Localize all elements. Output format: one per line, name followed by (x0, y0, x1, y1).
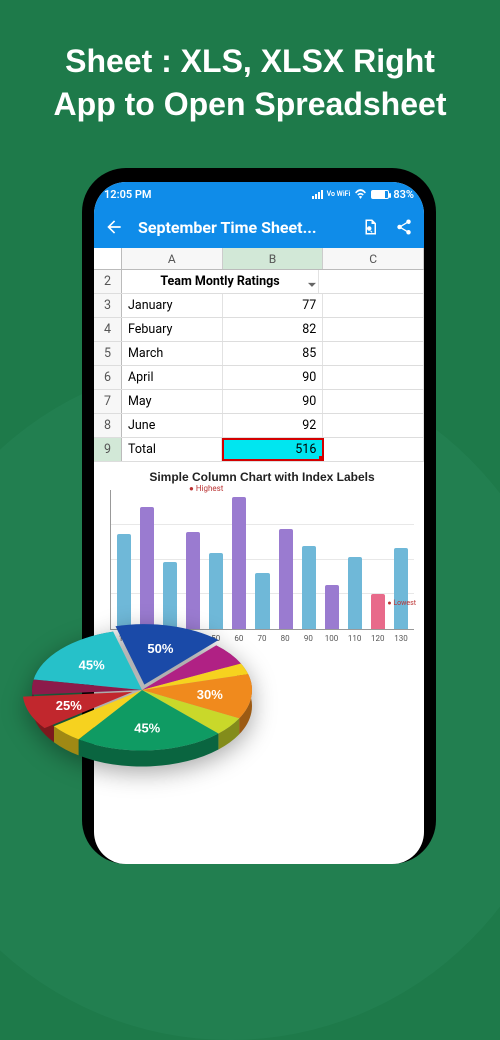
row-number[interactable]: 4 (94, 318, 122, 341)
back-arrow-icon[interactable] (104, 217, 124, 237)
wifi-icon (354, 189, 367, 199)
row-number[interactable]: 6 (94, 366, 122, 389)
network-label: Vo WiFi (327, 191, 351, 198)
cell[interactable] (319, 270, 424, 293)
document-title: September Time Sheet... (138, 218, 346, 237)
row-number[interactable]: 5 (94, 342, 122, 365)
selected-cell[interactable]: 516 (222, 438, 325, 461)
pie-slice-label: 30% (197, 687, 223, 702)
cell[interactable]: March (122, 342, 223, 365)
pie-slice-label: 45% (79, 658, 105, 673)
search-in-doc-icon[interactable] (360, 217, 380, 237)
chart-bar (371, 594, 385, 629)
cell[interactable] (323, 390, 424, 413)
heading-line: Sheet : XLS, XLSX Right (65, 43, 435, 79)
cell[interactable] (323, 294, 424, 317)
cell[interactable]: 85 (223, 342, 324, 365)
chart-title: Simple Column Chart with Index Labels (106, 470, 418, 484)
row-number[interactable]: 9 (94, 438, 122, 461)
battery-icon (371, 190, 389, 199)
cell[interactable] (324, 438, 424, 461)
filter-icon[interactable]: ⏷ (308, 274, 316, 293)
table-row[interactable]: 6April90 (94, 366, 424, 390)
table-row[interactable]: 8June92 (94, 414, 424, 438)
cell[interactable]: January (122, 294, 223, 317)
row-number[interactable]: 7 (94, 390, 122, 413)
promo-heading: Sheet : XLS, XLSX Right App to Open Spre… (0, 0, 500, 126)
chart-bar (348, 557, 362, 629)
cell[interactable]: Total (122, 438, 222, 461)
pie-chart-overlay: 45% 50% 30% 45% 25% (12, 560, 272, 820)
cell[interactable] (323, 342, 424, 365)
cell[interactable]: 92 (223, 414, 324, 437)
signal-icon (312, 190, 323, 199)
cell[interactable]: April (122, 366, 223, 389)
table-header-cell[interactable]: Team Montly Ratings⏷ (122, 270, 319, 293)
app-bar: September Time Sheet... (94, 206, 424, 248)
column-header-row: A B C (94, 248, 424, 270)
cell[interactable]: 90 (223, 390, 324, 413)
table-row[interactable]: 9Total516 (94, 438, 424, 462)
col-header[interactable]: C (323, 248, 424, 269)
chart-bar (325, 585, 339, 629)
pie-slice-label: 45% (134, 720, 160, 735)
chart-bar (394, 548, 408, 629)
share-icon[interactable] (394, 217, 414, 237)
cell[interactable]: June (122, 414, 223, 437)
cell[interactable] (323, 366, 424, 389)
cell[interactable]: 82 (223, 318, 324, 341)
cell[interactable]: May (122, 390, 223, 413)
cell[interactable]: Febuary (122, 318, 223, 341)
status-bar: 12:05 PM Vo WiFi 83% (94, 182, 424, 206)
pie-slice-label: 25% (56, 698, 82, 713)
chart-annotation-lowest: ● Lowest (387, 599, 416, 607)
status-time: 12:05 PM (104, 188, 152, 201)
table-row[interactable]: 2Team Montly Ratings⏷ (94, 270, 424, 294)
cell[interactable] (323, 414, 424, 437)
col-header[interactable]: A (122, 248, 223, 269)
cell[interactable]: 77 (223, 294, 324, 317)
table-row[interactable]: 3January77 (94, 294, 424, 318)
col-header[interactable]: B (223, 248, 324, 269)
heading-line: App to Open Spreadsheet (54, 86, 447, 122)
table-row[interactable]: 7May90 (94, 390, 424, 414)
battery-pct: 83% (393, 188, 414, 201)
chart-bar (302, 546, 316, 629)
row-number[interactable]: 2 (94, 270, 122, 293)
table-row[interactable]: 5March85 (94, 342, 424, 366)
cell[interactable] (323, 318, 424, 341)
chart-annotation-highest: ● Highest (189, 484, 223, 493)
pie-slice-label: 50% (147, 641, 173, 656)
cell[interactable]: 90 (223, 366, 324, 389)
row-number[interactable]: 3 (94, 294, 122, 317)
row-number[interactable]: 8 (94, 414, 122, 437)
table-row[interactable]: 4Febuary82 (94, 318, 424, 342)
chart-bar (279, 529, 293, 629)
